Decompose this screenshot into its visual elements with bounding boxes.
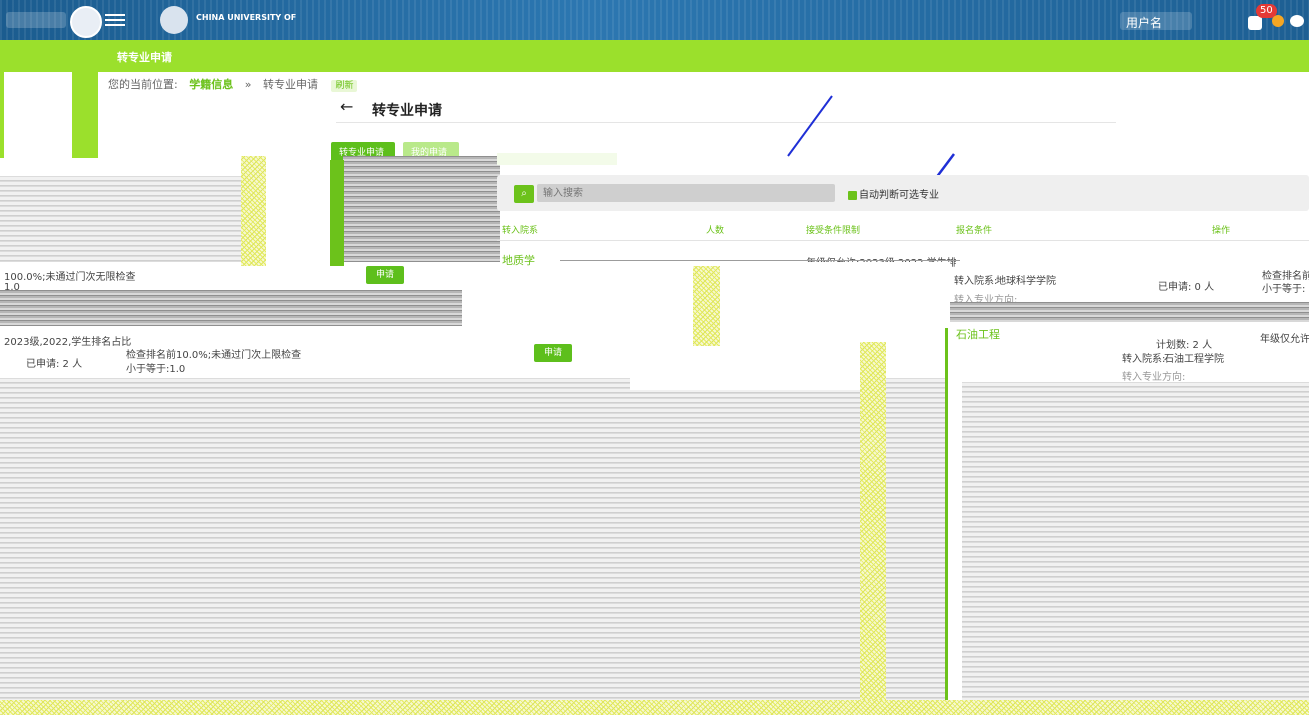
overlay-panel: [720, 262, 950, 342]
header-accept-conditions: 接受条件限制: [806, 226, 861, 236]
header-divider: [497, 240, 1309, 241]
row2-condition: 年级仅允许:: [1260, 334, 1309, 345]
search-input[interactable]: [537, 184, 835, 202]
emblem-icon: [160, 6, 188, 34]
glitch-noise: [860, 342, 886, 700]
auto-judge-label: 自动判断可选专业: [859, 190, 939, 201]
row2-from-school: 石油工程学院: [1164, 354, 1224, 365]
left-pass-text: 100.0%;未通过门次无限检查: [4, 272, 136, 283]
glitch-block: [886, 378, 945, 700]
breadcrumb-level1[interactable]: 学籍信息: [189, 78, 233, 91]
university-seal-icon: [70, 6, 102, 38]
user-chip[interactable]: 用户名: [1120, 12, 1192, 30]
glitch-block: [0, 176, 241, 262]
university-logo-text: CHINA UNIVERSITY OF PETROLEUM: [196, 13, 296, 22]
row1-small: 小于等于:: [1262, 284, 1306, 295]
glitch-block: [0, 378, 860, 700]
page-title: 转专业申请: [372, 103, 442, 119]
row1-applied: 已申请: 0 人: [1158, 282, 1215, 293]
apply-button-row1[interactable]: 申请: [366, 266, 404, 284]
row1-major: 地质学: [502, 254, 535, 267]
menu-icon[interactable]: [105, 14, 125, 26]
refresh-button[interactable]: 刷新: [331, 80, 358, 92]
sidebar-panel: [72, 72, 98, 158]
row2-plan: 计划数: 2 人: [1156, 340, 1213, 351]
settings-icon[interactable]: [1272, 15, 1284, 27]
row2-rank-check: 检查排名前10.0%;未通过门次上限检查: [126, 350, 302, 361]
glitch-noise: [0, 700, 1309, 715]
annotation-stroke: [787, 95, 833, 157]
title-divider: [336, 122, 1116, 123]
sidebar-edge: [0, 72, 4, 158]
breadcrumb-separator: »: [244, 78, 252, 91]
glitch-strip: [330, 160, 344, 266]
row2-small: 小于等于:1.0: [126, 364, 186, 375]
glitch-block: [0, 290, 462, 326]
glitch-strip: [945, 328, 948, 700]
row1-from-school-label: 转入院系:: [954, 276, 998, 287]
glitch-block: [343, 156, 500, 262]
header-target-school: 转入院系: [502, 226, 539, 236]
row2-left-applied: 已申请: 2 人: [26, 359, 83, 370]
header-count: 人数: [706, 226, 725, 236]
notification-icon[interactable]: [1248, 16, 1262, 30]
checkbox-checked-icon[interactable]: [848, 190, 857, 200]
home-icon[interactable]: [6, 12, 66, 28]
header-apply-conditions: 报名条件: [956, 226, 993, 236]
search-icon[interactable]: ⌕: [514, 185, 534, 203]
glitch-noise: [241, 156, 266, 266]
overlay-panel: [630, 350, 860, 390]
auto-judge-checkbox[interactable]: 自动判断可选专业: [848, 186, 939, 201]
apply-button-row2[interactable]: 申请: [534, 344, 572, 362]
breadcrumb: 您的当前位置: 学籍信息 » 转专业申请 刷新: [108, 76, 358, 92]
breadcrumb-level2: 转专业申请: [262, 78, 318, 91]
top-header-bar: CHINA UNIVERSITY OF PETROLEUM 用户名 50: [0, 0, 1309, 40]
tab-ghost: [497, 153, 617, 165]
nav-title[interactable]: 转专业申请: [117, 49, 172, 65]
arrow-left-icon[interactable]: ←: [340, 97, 353, 116]
header-operation: 操作: [1212, 226, 1231, 236]
row1-from-school: 地球科学学院: [996, 276, 1056, 287]
glitch-noise: [693, 266, 720, 346]
row2-from-school-label: 转入院系:: [1122, 354, 1166, 365]
glitch-block: [962, 382, 1309, 700]
avatar[interactable]: [1290, 15, 1304, 27]
breadcrumb-prefix: 您的当前位置:: [108, 78, 178, 91]
row2-left-grade: 2023级,2022,学生排名占比: [4, 337, 132, 348]
glitch-line: [560, 260, 960, 261]
row2-direction-label: 转入专业方向:: [1122, 372, 1186, 383]
row2-major: 石油工程: [956, 328, 1000, 341]
glitch-block: [950, 302, 1309, 322]
module-nav-bar: 转专业申请: [0, 40, 1309, 72]
